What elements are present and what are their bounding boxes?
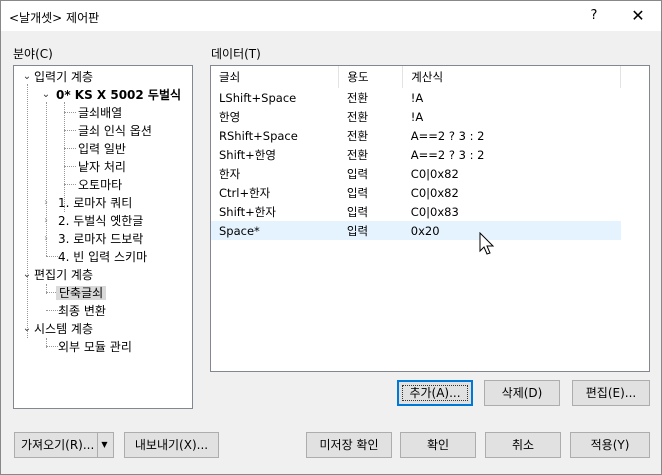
tree-connector: [64, 130, 76, 131]
tree-item-automata[interactable]: 오토마타: [78, 176, 122, 194]
table-row[interactable]: 한자 입력 C0|0x82: [211, 164, 621, 183]
close-button[interactable]: ✕: [623, 3, 653, 29]
edit-button[interactable]: 편집(E)...: [572, 380, 650, 406]
table-row-selected[interactable]: Space* 입력 0x20: [211, 221, 621, 240]
collapse-chevron-icon[interactable]: ⌄: [22, 68, 32, 86]
category-label: 분야(C): [13, 47, 53, 61]
cancel-button[interactable]: 취소: [485, 432, 561, 458]
shortcut-table: 글쇠 용도 계산식 LShift+Space 전환 !A 한영 전환 !A RS…: [211, 66, 621, 240]
apply-button[interactable]: 적용(Y): [570, 432, 650, 458]
tree-item-final-conversion[interactable]: 최종 변환: [58, 302, 106, 320]
tree-item-layout[interactable]: 글쇠배열: [78, 104, 122, 122]
expand-chevron-icon[interactable]: ›: [41, 230, 51, 248]
window-title: <날개셋> 제어판: [9, 11, 100, 25]
expand-chevron-icon[interactable]: ›: [41, 194, 51, 212]
table-row[interactable]: Ctrl+한자 입력 C0|0x82: [211, 183, 621, 202]
tree-connector: [64, 166, 76, 167]
tree-connector: [46, 292, 56, 293]
column-header-key[interactable]: 글쇠: [211, 66, 340, 88]
table-row[interactable]: RShift+Space 전환 A==2 ? 3 : 2: [211, 126, 621, 145]
tree-item-jamo-processing[interactable]: 낱자 처리: [78, 158, 126, 176]
delete-button[interactable]: 삭제(D): [484, 380, 560, 406]
tree-connector: [64, 148, 76, 149]
tree-item-input-general[interactable]: 입력 일반: [78, 140, 126, 158]
tree-connector: [27, 84, 28, 338]
dropdown-arrow-icon[interactable]: ▼: [97, 433, 111, 457]
column-header-purpose[interactable]: 용도: [338, 66, 404, 88]
table-row[interactable]: Shift+한자 입력 C0|0x83: [211, 202, 621, 221]
collapse-chevron-icon[interactable]: ⌄: [22, 266, 32, 284]
tree-connector: [46, 256, 58, 257]
table-row[interactable]: 한영 전환 !A: [211, 107, 621, 126]
control-panel-dialog: <날개셋> 제어판 ? ✕ 분야(C) ⌄ 입력기 계층 ⌄ 0* KS X 5…: [0, 0, 662, 475]
tree-item-key-recognition[interactable]: 글쇠 인식 옵션: [78, 122, 152, 140]
mouse-pointer-icon: [479, 232, 495, 255]
collapse-chevron-icon[interactable]: ⌄: [41, 86, 51, 104]
import-split-button[interactable]: 가져오기(R)... ▼: [14, 432, 114, 458]
tree-item-external-modules[interactable]: 외부 모듈 관리: [58, 338, 132, 356]
table-header: 글쇠 용도 계산식: [211, 66, 621, 88]
column-header-formula[interactable]: 계산식: [402, 66, 621, 88]
collapse-chevron-icon[interactable]: ⌄: [22, 320, 32, 338]
title-bar: <날개셋> 제어판 ? ✕: [1, 1, 661, 31]
expand-chevron-icon[interactable]: ›: [41, 212, 51, 230]
category-tree[interactable]: ⌄ 입력기 계층 ⌄ 0* KS X 5002 두벌식 글쇠배열 글쇠 인식 옵…: [13, 65, 193, 409]
tree-connector: [64, 184, 76, 185]
shortcut-list[interactable]: 글쇠 용도 계산식 LShift+Space 전환 !A 한영 전환 !A RS…: [210, 65, 650, 372]
data-label: 데이터(T): [211, 47, 261, 61]
export-button[interactable]: 내보내기(X)...: [124, 432, 219, 458]
unsaved-check-button[interactable]: 미저장 확인: [306, 432, 392, 458]
tree-connector: [46, 310, 58, 311]
tree-connector: [64, 112, 76, 113]
tree-connector: [46, 346, 58, 347]
ok-button[interactable]: 확인: [400, 432, 476, 458]
help-button[interactable]: ?: [579, 3, 609, 29]
focus-rect: [402, 385, 468, 401]
tree-item-empty-schema[interactable]: 4. 빈 입력 스키마: [58, 248, 147, 266]
table-row[interactable]: LShift+Space 전환 !A: [211, 88, 621, 107]
table-row[interactable]: Shift+한영 전환 A==2 ? 3 : 2: [211, 145, 621, 164]
tree-item-shortcuts[interactable]: 단축글쇠: [56, 284, 107, 302]
add-button[interactable]: 추가(A)...: [397, 380, 473, 406]
